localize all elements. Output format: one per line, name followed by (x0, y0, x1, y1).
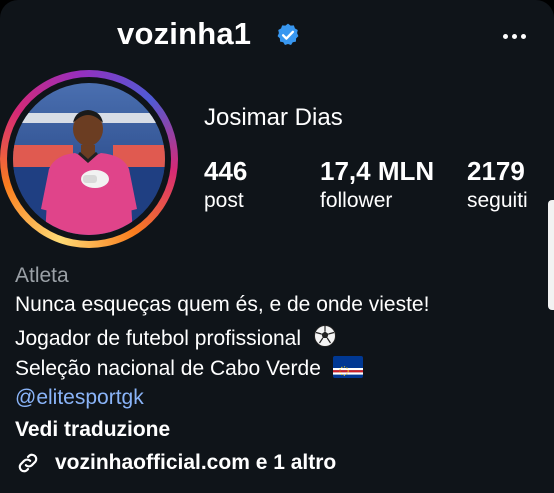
bio-line: Jogador de futebol profissional (15, 324, 337, 351)
posts-count-value: 446 (204, 156, 248, 186)
followers-count-value: 17,4 MLN (320, 156, 435, 186)
translate-button[interactable]: Vedi traduzione (15, 418, 170, 442)
profile-avatar[interactable] (0, 70, 178, 248)
profile-screen: vozinha1 Josimar Dias 446 post 17,4 MLN … (0, 0, 554, 493)
profile-category: Atleta (15, 264, 69, 287)
verified-badge-icon (277, 23, 299, 45)
bio-line: Nunca esqueças quem és, e de onde vieste… (15, 293, 430, 316)
display-name: Josimar Dias (204, 104, 343, 131)
following-count-label: seguiti (467, 189, 528, 212)
followers-count-label: follower (320, 189, 393, 212)
bio-line-text: Jogador de futebol profissional (15, 327, 302, 350)
profile-username[interactable]: vozinha1 (117, 16, 251, 52)
posts-count[interactable]: 446 post (204, 156, 247, 216)
external-link-text: vozinhaofficial.com e 1 altro (55, 451, 337, 474)
followers-count[interactable]: 17,4 MLN follower (320, 156, 434, 216)
bio-line-text: Seleção nacional de Cabo Verde (15, 357, 321, 380)
link-icon (18, 453, 38, 473)
external-link[interactable]: vozinhaofficial.com e 1 altro (15, 448, 336, 478)
cape-verde-flag-icon (332, 356, 363, 378)
following-count-value: 2179 (467, 156, 525, 186)
avatar-photo (13, 83, 165, 235)
mention-link[interactable]: @elitesportgk (15, 386, 144, 410)
bio-line: Seleção nacional de Cabo Verde (15, 356, 363, 381)
soccer-ball-icon (313, 325, 336, 347)
posts-count-label: post (204, 189, 244, 212)
adjacent-panel-edge (548, 200, 554, 310)
following-count[interactable]: 2179 seguiti (467, 156, 528, 216)
more-options-icon[interactable] (494, 24, 534, 48)
